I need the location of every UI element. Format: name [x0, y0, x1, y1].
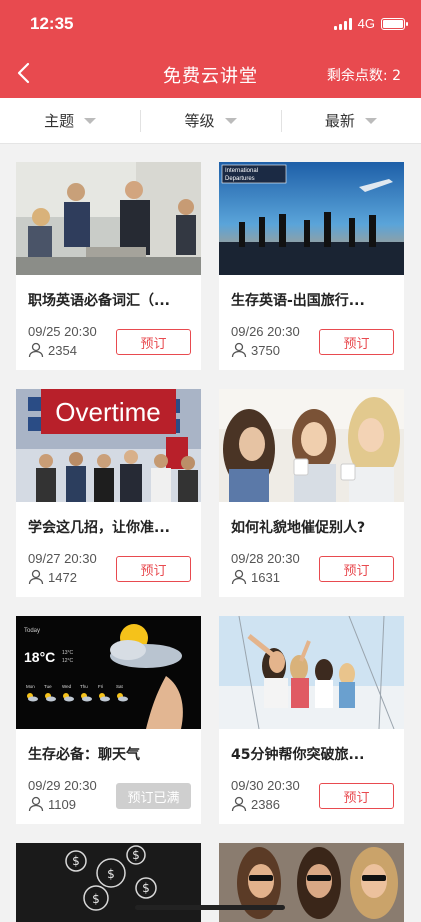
course-title: 生存必备：聊天气	[28, 747, 140, 763]
course-card[interactable]: 职场英语必备词汇（... 09/25 20:30 2354 预订	[16, 162, 201, 370]
office-overtime-image: Overtime	[16, 389, 201, 502]
filter-sort[interactable]: 最新	[280, 98, 421, 143]
course-thumbnail	[219, 843, 404, 922]
booking-full-button: 预订已满	[116, 783, 191, 809]
course-datetime: 09/30 20:30	[231, 778, 300, 793]
course-thumbnail	[16, 162, 201, 275]
course-card[interactable]: Today 18°C 13°C 12°C Mon Tue Wed Thu Fri…	[16, 616, 201, 824]
weather-day: Fri	[98, 684, 103, 689]
signal-icon	[333, 17, 352, 30]
caret-down-icon	[224, 117, 237, 124]
course-title: 生存英语-出国旅行...	[231, 293, 365, 309]
course-thumbnail	[219, 616, 404, 729]
dollar-icon: $	[132, 848, 140, 862]
attendee-count-value: 1472	[48, 569, 77, 585]
course-thumbnail	[219, 389, 404, 502]
book-button[interactable]: 预订	[319, 329, 394, 355]
book-button[interactable]: 预订	[319, 783, 394, 809]
departures-sign-line1: International	[225, 168, 258, 174]
book-button[interactable]: 预订	[319, 556, 394, 582]
friends-sunglasses-image	[219, 843, 404, 922]
weather-day: Tue	[44, 684, 52, 689]
battery-icon	[381, 17, 408, 30]
airport-departures-image: International Departures	[219, 162, 404, 275]
user-icon	[231, 342, 247, 358]
course-card[interactable]: 45分钟帮你突破旅... 09/30 20:30 2386 预订	[219, 616, 404, 824]
course-datetime: 09/26 20:30	[231, 324, 300, 339]
status-time: 12:35	[30, 14, 74, 33]
weather-day: Sat	[116, 684, 124, 689]
filter-level-label: 等级	[184, 112, 215, 130]
filter-level[interactable]: 等级	[140, 98, 280, 143]
departures-sign-line2: Departures	[225, 176, 255, 182]
filter-topic-label: 主题	[44, 112, 75, 130]
dollar-icon: $	[107, 867, 115, 881]
course-title: 职场英语必备词汇（...	[28, 293, 170, 309]
book-button[interactable]: 预订	[116, 329, 191, 355]
book-button[interactable]: 预订	[116, 556, 191, 582]
course-datetime: 09/27 20:30	[28, 551, 97, 566]
attendee-count-value: 3750	[251, 342, 280, 358]
dollar-icon: $	[72, 854, 80, 868]
remaining-points: 剩余点数: 2	[326, 68, 401, 84]
weather-day: Thu	[80, 684, 88, 689]
filter-sort-label: 最新	[324, 112, 355, 130]
home-indicator[interactable]	[135, 905, 285, 910]
course-thumbnail: Today 18°C 13°C 12°C Mon Tue Wed Thu Fri…	[16, 616, 201, 729]
user-icon	[28, 342, 44, 358]
course-title: 学会这几招，让你准...	[28, 520, 170, 536]
filter-topic[interactable]: 主题	[0, 98, 140, 143]
women-coffee-image	[219, 389, 404, 502]
weather-forecast-image: Today 18°C 13°C 12°C Mon Tue Wed Thu Fri…	[16, 616, 201, 729]
attendee-count: 1472	[28, 569, 77, 585]
course-thumbnail: Overtime	[16, 389, 201, 502]
dollar-icon: $	[92, 892, 100, 906]
attendee-count: 2386	[231, 796, 280, 812]
status-indicators: 4G	[333, 16, 408, 31]
weather-temp: 18°C	[24, 649, 55, 665]
network-label: 4G	[357, 16, 375, 31]
filter-bar: 主题 等级 最新	[0, 98, 421, 144]
course-card[interactable]: Overtime 学会这几招，让你准... 09/27 20:30 1472 预…	[16, 389, 201, 597]
weather-low: 12°C	[62, 658, 74, 664]
business-meeting-image	[16, 162, 201, 275]
user-icon	[231, 569, 247, 585]
course-card[interactable]: 如何礼貌地催促别人? 09/28 20:30 1631 预订	[219, 389, 404, 597]
weather-high: 13°C	[62, 650, 74, 656]
course-thumbnail: International Departures	[219, 162, 404, 275]
course-title: 45分钟帮你突破旅...	[231, 747, 365, 763]
weather-day: Wed	[62, 684, 72, 689]
course-card[interactable]	[219, 843, 404, 922]
course-datetime: 09/25 20:30	[28, 324, 97, 339]
weather-day: Mon	[26, 684, 35, 689]
course-card[interactable]: International Departures 生存英语-出国旅行... 09…	[219, 162, 404, 370]
course-thumbnail: $ $ $ $ $	[16, 843, 201, 922]
attendee-count: 3750	[231, 342, 280, 358]
yacht-travel-image	[219, 616, 404, 729]
attendee-count: 1631	[231, 569, 280, 585]
nav-bar: 免费云讲堂 剩余点数: 2	[0, 50, 421, 98]
user-icon	[28, 796, 44, 812]
dollar-icon: $	[142, 881, 150, 895]
course-datetime: 09/29 20:30	[28, 778, 97, 793]
attendee-count-value: 2386	[251, 796, 280, 812]
money-coins-image: $ $ $ $ $	[16, 843, 201, 922]
course-card[interactable]: $ $ $ $ $	[16, 843, 201, 922]
caret-down-icon	[84, 117, 97, 124]
status-bar: 12:35 4G	[0, 0, 421, 46]
attendee-count: 1109	[28, 796, 76, 812]
app-header: 12:35 4G 免费云讲堂 剩余点数: 2	[0, 0, 421, 98]
course-datetime: 09/28 20:30	[231, 551, 300, 566]
weather-today: Today	[24, 628, 40, 634]
course-title: 如何礼貌地催促别人?	[231, 520, 366, 536]
user-icon	[231, 796, 247, 812]
attendee-count: 2354	[28, 342, 77, 358]
attendee-count-value: 1109	[48, 796, 76, 812]
user-icon	[28, 569, 44, 585]
attendee-count-value: 2354	[48, 342, 77, 358]
caret-down-icon	[364, 117, 377, 124]
overtime-sign: Overtime	[55, 397, 160, 427]
attendee-count-value: 1631	[251, 569, 280, 585]
